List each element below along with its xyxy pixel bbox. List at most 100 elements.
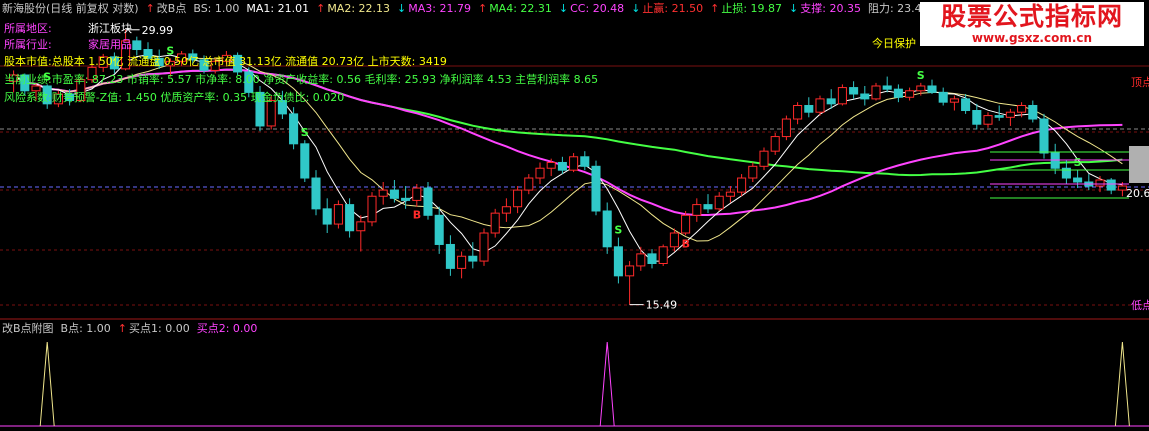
candle-body-63 [714,195,724,210]
candle-body-43 [490,212,500,234]
watermark-title: 股票公式指标网 [940,2,1123,31]
candle-body-78 [882,85,892,90]
candle-body-38 [434,214,444,245]
candle-body-83 [938,91,948,103]
watermark-logo: 股票公式指标网 www.gsxz.com.cn [920,2,1144,46]
candle-body-11 [132,40,142,51]
candle-body-90 [1017,104,1027,113]
candle-body-54 [613,246,623,277]
candle-body-95 [1073,177,1083,183]
right-pressure-box [1129,146,1149,183]
sub-pulse-1 [599,341,615,427]
candle-body-81 [916,85,926,92]
candle-body-42 [479,232,489,262]
candle-body-34 [389,189,399,199]
candle-body-73 [826,98,836,105]
sub-header-item-4: 买点2: 0.00 [196,322,258,335]
candle-body-84 [949,98,959,103]
candle-body-74 [837,87,847,105]
right-price-label: 20.6 [1126,187,1149,200]
candle-body-97 [1095,179,1105,187]
candle-body-64 [725,191,735,197]
candle-body-45 [513,189,523,208]
candle-body-91 [1028,104,1038,120]
candle-body-66 [748,165,758,179]
candle-body-80 [905,90,915,98]
candle-body-61 [692,204,702,216]
candle-body-59 [669,232,679,248]
candle-body-55 [625,265,635,277]
header-item-12: CC: 20.48 [570,2,625,15]
candle-body-39 [445,243,455,269]
candle-body-52 [591,165,601,212]
candle-body-46 [524,177,534,191]
sub-chart-header: 改B点附图 B点: 1.00 ↑ 买点1: 0.00 买点2: 0.00 [2,322,264,335]
watermark-url: www.gsxz.com.cn [971,31,1093,45]
candle-body-51 [580,156,590,167]
candle-body-70 [793,104,803,120]
main-indicator-header: 新海股份(日线 前复权 对数) ↑ 改B点 BS: 1.00 MA1: 21.01 ↑ MA… [2,2,957,15]
candle-body-82 [927,85,937,93]
candle-body-86 [972,110,982,125]
candle-body-56 [636,253,646,267]
candle-body-57 [647,253,657,264]
header-item-16: 止损: 19.87 [721,2,783,15]
candle-body-69 [781,118,791,138]
candle-body-65 [737,177,747,193]
candle-body-35 [401,197,411,201]
candle-body-92 [1039,118,1049,154]
candle-body-41 [468,255,478,262]
candle-body-27 [311,177,321,210]
header-item-2: 改B点 [156,2,187,15]
header-item-0: 新海股份(日线 前复权 对数) [2,2,139,15]
buy-signal-0: B [413,209,421,222]
candle-body-88 [994,115,1004,118]
sell-signal-4: S [917,69,925,82]
candle-body-89 [1005,111,1015,118]
header-item-15: ↑ [710,2,720,15]
industry-value: 家居用品 [88,38,132,51]
high-marker-label: 29.99 [142,24,174,37]
sub-pulse-0 [39,341,55,427]
risk-line: 风险系数:财务预警-Z值: 1.450 优质资产率: 0.35 现金负债比: 0… [4,91,345,104]
candle-body-53 [602,210,612,248]
sell-signal-2: S [301,126,309,139]
candle-body-40 [457,255,467,269]
sub-header-item-2: ↑ [117,322,128,335]
candle-body-36 [412,187,422,201]
candle-body-68 [770,136,780,152]
header-item-17: ↓ [789,2,799,15]
sub-header-item-3: 买点1: 0.00 [129,322,190,335]
candle-body-47 [535,167,545,179]
candle-body-75 [849,87,859,95]
candle-body-48 [546,161,556,169]
header-item-1: ↑ [145,2,155,15]
candle-body-28 [322,208,332,225]
market-cap-line: 股本市值:总股本 1.50亿 流通盘 0.50亿 总市值 31.13亿 流通值 … [4,55,447,68]
header-item-14: 止赢: 21.50 [642,2,704,15]
header-item-10: MA4: 22.31 [489,2,552,15]
header-item-5: ↑ [316,2,326,15]
header-item-4: MA1: 21.01 [246,2,310,15]
candle-body-87 [983,115,993,125]
header-item-3: BS: 1.00 [193,2,240,15]
candle-body-77 [871,85,881,100]
region-label: 所属地区: [4,22,52,35]
candle-body-67 [759,150,769,167]
region-value: 浙江板块 [88,22,132,35]
header-item-6: MA2: 22.13 [327,2,391,15]
industry-label: 所属行业: [4,38,52,51]
header-item-13: ↓ [631,2,641,15]
top-point-label: 顶点 [1131,76,1149,89]
candle-body-26 [300,143,310,179]
candle-body-93 [1050,152,1060,169]
candle-body-76 [860,93,870,100]
candle-body-31 [356,221,366,232]
header-item-11: ↓ [558,2,569,15]
candle-body-85 [961,98,971,112]
header-item-18: 支撑: 20.35 [800,2,861,15]
candle-body-33 [378,189,388,197]
header-item-9: ↑ [477,2,488,15]
candle-body-50 [569,156,579,171]
candle-body-62 [703,204,713,210]
